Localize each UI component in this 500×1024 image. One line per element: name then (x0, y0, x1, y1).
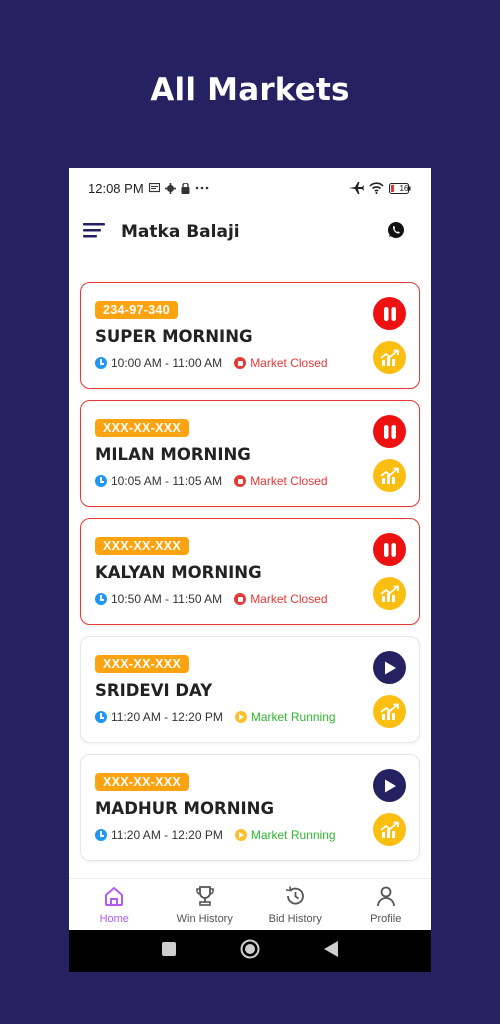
market-list: 234-97-340 SUPER MORNING 10:00 AM - 11:00 … (80, 282, 420, 872)
market-name: MILAN MORNING (95, 445, 251, 464)
chart-button[interactable] (373, 459, 406, 492)
nav-profile[interactable]: Profile (341, 879, 432, 930)
pause-button[interactable] (373, 415, 406, 448)
result-badge: XXX-XX-XXX (95, 537, 190, 555)
android-nav-bar (69, 930, 431, 972)
market-status: Market Closed (250, 474, 328, 488)
nav-home[interactable]: Home (69, 879, 160, 930)
chart-button[interactable] (373, 577, 406, 610)
market-time: 11:20 AM - 12:20 PM (111, 710, 223, 724)
menu-icon[interactable] (83, 222, 105, 243)
clock-icon (95, 357, 107, 369)
market-name: SUPER MORNING (95, 327, 253, 346)
chart-button[interactable] (373, 695, 406, 728)
play-status-icon (234, 711, 247, 723)
battery-level: 16 (399, 183, 409, 193)
nav-label: Bid History (268, 912, 322, 925)
bottom-nav: Home Win History Bid History Profile (69, 878, 431, 930)
play-status-icon (234, 829, 247, 841)
market-name: SRIDEVI DAY (95, 681, 213, 700)
nav-bid-history[interactable]: Bid History (250, 879, 341, 930)
market-status: Market Closed (250, 356, 328, 370)
nav-label: Home (99, 912, 129, 925)
result-badge: XXX-XX-XXX (95, 419, 190, 437)
trophy-icon (194, 885, 216, 910)
chart-button[interactable] (373, 341, 406, 374)
clock-icon (95, 711, 107, 723)
home-nav-button[interactable] (240, 939, 260, 964)
stop-icon (234, 357, 247, 369)
status-time: 12:08 PM (88, 180, 144, 196)
market-card[interactable]: XXX-XX-XXX SRIDEVI DAY 11:20 AM - 12:20 PM… (80, 636, 420, 743)
market-time: 10:05 AM - 11:05 AM (111, 474, 223, 488)
promo-title: All Markets (150, 72, 350, 108)
airplane-icon (349, 182, 364, 194)
market-card[interactable]: 234-97-340 SUPER MORNING 10:00 AM - 11:00 … (80, 282, 420, 389)
stop-icon (234, 475, 247, 487)
recents-button[interactable] (162, 941, 176, 961)
status-bar: 12:08 PM 16 (69, 168, 431, 208)
chart-button[interactable] (373, 813, 406, 846)
market-status: Market Closed (250, 592, 328, 606)
clock-icon (95, 829, 107, 841)
user-icon (375, 885, 397, 910)
market-status: Market Running (250, 828, 336, 842)
market-meta: 11:20 AM - 12:20 PM Market Running (95, 828, 336, 842)
whatsapp-icon[interactable] (387, 221, 405, 244)
play-button[interactable] (373, 769, 406, 802)
message-icon (148, 183, 160, 193)
pause-button[interactable] (373, 297, 406, 330)
lock-icon (181, 182, 190, 194)
clock-icon (95, 475, 107, 487)
market-name: MADHUR MORNING (95, 799, 274, 818)
market-time: 10:50 AM - 11:50 AM (111, 592, 223, 606)
result-badge: XXX-XX-XXX (95, 773, 190, 791)
market-meta: 11:20 AM - 12:20 PM Market Running (95, 710, 336, 724)
home-icon (103, 885, 125, 910)
market-status: Market Running (250, 710, 336, 724)
more-dots-icon (195, 186, 209, 190)
result-badge: XXX-XX-XXX (95, 655, 190, 673)
app-bar: Matka Balaji (69, 212, 431, 252)
market-card[interactable]: XXX-XX-XXX MILAN MORNING 10:05 AM - 11:05 … (80, 400, 420, 507)
play-button[interactable] (373, 651, 406, 684)
market-meta: 10:05 AM - 11:05 AM Market Closed (95, 474, 328, 488)
wifi-icon (369, 182, 384, 194)
market-time: 10:00 AM - 11:00 AM (111, 356, 223, 370)
result-badge: 234-97-340 (95, 301, 178, 319)
phone-screen: 12:08 PM 16 Matka Balaji 234-97-340 SUPE… (69, 168, 431, 972)
pause-button[interactable] (373, 533, 406, 566)
market-card[interactable]: XXX-XX-XXX KALYAN MORNING 10:50 AM - 11:50… (80, 518, 420, 625)
market-time: 11:20 AM - 12:20 PM (111, 828, 223, 842)
clock-icon (95, 593, 107, 605)
history-icon (284, 885, 306, 910)
nav-label: Win History (176, 912, 233, 925)
back-button[interactable] (324, 940, 338, 962)
market-card[interactable]: XXX-XX-XXX MADHUR MORNING 11:20 AM - 12:20… (80, 754, 420, 861)
market-meta: 10:50 AM - 11:50 AM Market Closed (95, 592, 328, 606)
market-meta: 10:00 AM - 11:00 AM Market Closed (95, 356, 328, 370)
gear-icon (164, 182, 176, 194)
stop-icon (234, 593, 247, 605)
app-title: Matka Balaji (121, 222, 240, 242)
market-name: KALYAN MORNING (95, 563, 262, 582)
nav-label: Profile (370, 912, 402, 925)
nav-win-history[interactable]: Win History (160, 879, 251, 930)
